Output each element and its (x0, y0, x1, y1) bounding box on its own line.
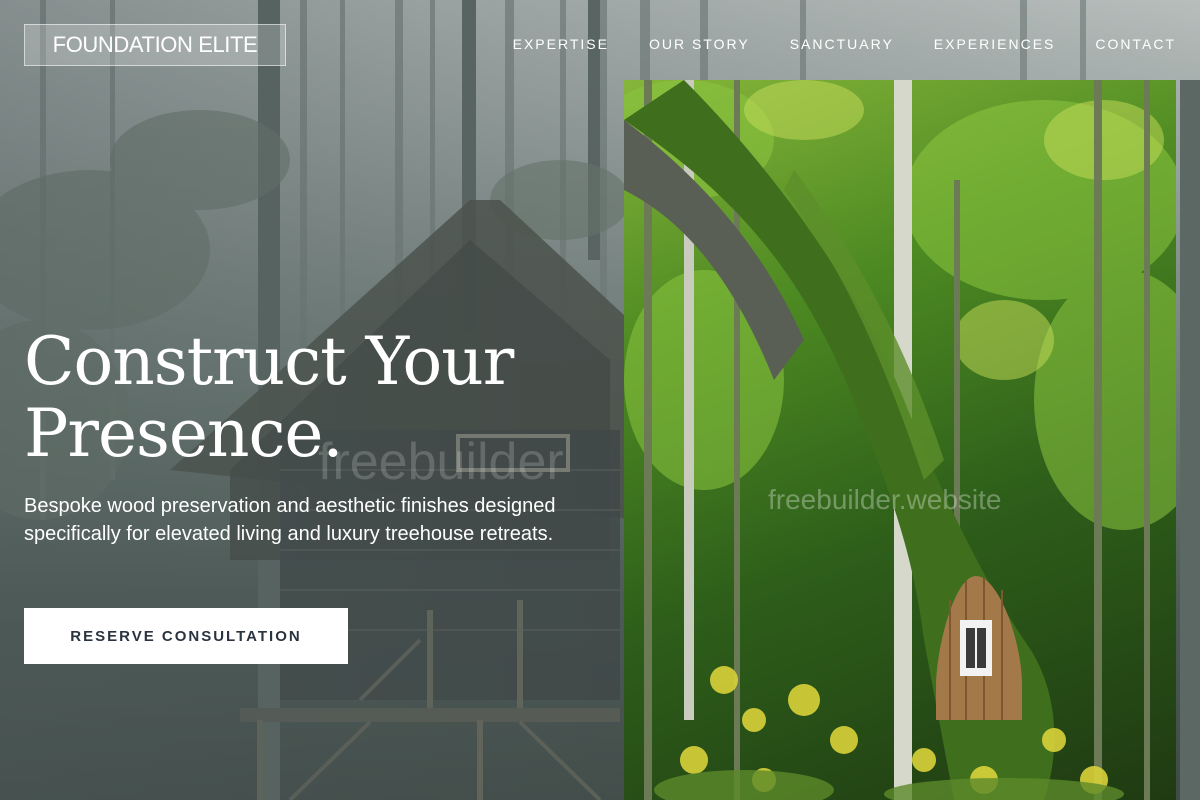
feature-image (624, 80, 1176, 800)
headline-line-1: Construct Your (24, 323, 514, 400)
nav-item-our-story[interactable]: OUR STORY (649, 36, 750, 52)
nav-item-expertise[interactable]: EXPERTISE (513, 36, 609, 52)
nav-item-sanctuary[interactable]: SANCTUARY (790, 36, 894, 52)
reserve-consultation-button[interactable]: RESERVE CONSULTATION (24, 608, 348, 664)
nav-item-contact[interactable]: CONTACT (1095, 36, 1176, 52)
nav-item-experiences[interactable]: EXPERIENCES (934, 36, 1056, 52)
hero-subtext: Bespoke wood preservation and aesthetic … (24, 495, 556, 545)
brand-logo[interactable]: FOUNDATION ELITE (24, 24, 286, 66)
hero-headline: Construct Your Presence. (24, 326, 584, 470)
headline-line-2: Presence. (24, 395, 343, 472)
main-nav: EXPERTISE OUR STORY SANCTUARY EXPERIENCE… (513, 36, 1176, 52)
